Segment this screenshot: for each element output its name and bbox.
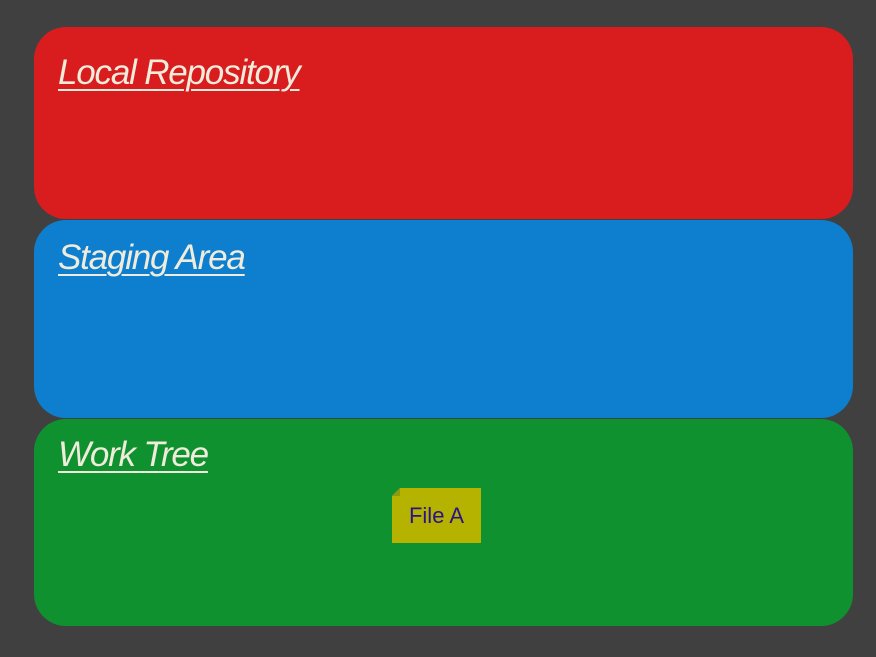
- local-repository-area: Local Repository: [34, 27, 853, 219]
- file-a-label: File A: [408, 502, 465, 528]
- staging-area-title: Staging Area: [58, 238, 246, 277]
- local-repository-title: Local Repository: [58, 53, 301, 92]
- work-tree-title: Work Tree: [58, 435, 209, 474]
- file-a-note[interactable]: File A: [392, 488, 481, 543]
- staging-area: Staging Area: [34, 220, 853, 418]
